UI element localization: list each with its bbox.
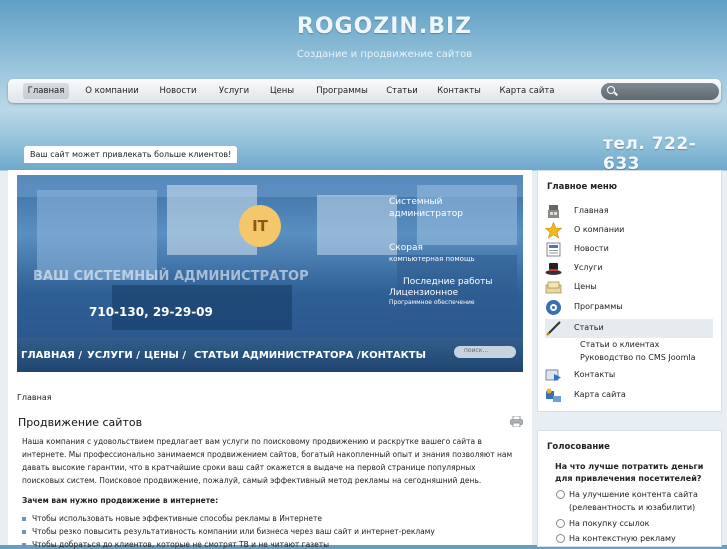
contacts-icon [545,367,562,384]
banner-nav-prices[interactable]: ЦЕНЫ / [144,350,186,361]
nav-contacts[interactable]: Контакты [433,84,485,98]
content-paragraph: давать высокие гарантии, что в кратчайши… [22,463,476,472]
content-paragraph: Наша компания с удовольствием предлагает… [22,437,482,446]
sidebar-item-home[interactable]: Главная [545,202,713,221]
banner-text: Скорая [389,243,423,253]
star-icon [544,221,563,239]
nav-home[interactable]: Главная [23,83,69,99]
banner-it-logo: IT [239,205,281,247]
list-item: Чтобы резко повысить результативность ко… [22,527,435,536]
poll-title: Голосование [547,442,610,452]
nav-prices[interactable]: Цены [265,84,299,98]
search-icon[interactable] [607,86,615,94]
nav-services[interactable]: Услуги [213,84,255,98]
sidebar-item-news[interactable]: Новости [545,240,713,259]
site-tagline: Создание и продвижение сайтов [296,49,473,60]
sidebar-item-contacts[interactable]: Контакты [545,366,713,385]
sidebar-item-prices[interactable]: Цены [545,278,713,297]
promo-banner[interactable]: IT ВАШ СИСТЕМНЫЙ АДМИНИСТРАТОР 710-130, … [17,175,523,372]
slogan-tab: Ваш сайт может привлекать больше клиенто… [24,146,238,163]
banner-text: Последние работы [403,277,493,287]
money-icon [545,279,562,296]
banner-nav-services[interactable]: УСЛУГИ / [87,350,140,361]
sidebar-item-about[interactable]: О компании [544,221,713,240]
sitemap-icon [545,387,562,404]
banner-phone: 710-130, 29-29-09 [89,305,213,319]
sidebar-item-articles[interactable]: Статьи [545,319,713,338]
nav-programs[interactable]: Программы [311,84,373,98]
nav-about[interactable]: О компании [81,84,143,98]
poll-box: Голосование На что лучше потратить деньг… [537,430,722,547]
page-title: Продвижение сайтов [18,416,143,429]
sidebar-item-services[interactable]: Услуги [545,259,713,278]
header-phone: тел. 722-633 [603,134,697,174]
poll-question: На что лучше потратить деньги для привле… [555,462,704,483]
search-box [601,83,719,100]
banner-text: Программное обеспечение [389,299,475,306]
radio-button[interactable] [556,519,565,528]
menu-title: Главное меню [547,182,618,192]
sidebar-item-sitemap[interactable]: Карта сайта [545,386,713,405]
list-item: Чтобы использовать новые эффективные спо… [22,514,322,523]
content-paragraph: интернете. Мы профессионально занимаемся… [22,450,513,459]
banner-nav-articles[interactable]: СТАТЬИ АДМИНИСТРАТОРА / [194,350,361,361]
nav-news[interactable]: Новости [154,84,202,98]
radio-button[interactable] [556,534,565,543]
banner-text: Лицензионное [389,288,459,298]
radio-button[interactable] [556,490,565,499]
banner-search-input[interactable]: поиск... [454,346,516,358]
breadcrumb[interactable]: Главная [17,393,52,402]
pen-icon [545,320,562,337]
banner-nav: ГЛАВНАЯ / УСЛУГИ / ЦЕНЫ / СТАТЬИ АДМИНИС… [17,338,523,372]
banner-text: компьютерная помощь [389,255,475,263]
banner-text: администратор [389,209,463,219]
submenu-item-joomla-guide[interactable]: Руководство по CMS Joomla [580,353,695,362]
nav-articles[interactable]: Статьи [381,84,423,98]
banner-nav-contacts[interactable]: КОНТАКТЫ [361,350,426,361]
home-icon [545,203,562,220]
banner-nav-home[interactable]: ГЛАВНАЯ / [21,350,82,361]
section-heading: Зачем вам нужно продвижение в интернете: [22,496,219,505]
hat-icon [545,260,562,277]
site-logo[interactable]: ROGOZIN.BIZ [0,14,727,39]
news-icon [545,241,562,258]
banner-text: Системный [389,197,443,207]
search-input[interactable] [621,85,715,100]
banner-watermark: ВАШ СИСТЕМНЫЙ АДМИНИСТРАТОР [33,269,309,284]
nav-sitemap[interactable]: Карта сайта [496,84,558,98]
submenu-item-client-articles[interactable]: Статьи о клиентах [580,340,659,349]
main-menu-box: Главное меню Главная О компании Новости … [537,170,722,412]
print-icon[interactable] [510,415,523,428]
sidebar-item-programs[interactable]: Программы [545,298,713,317]
content-paragraph: поисковых систем. Поисковое продвижение,… [22,476,482,485]
software-icon [545,299,562,316]
